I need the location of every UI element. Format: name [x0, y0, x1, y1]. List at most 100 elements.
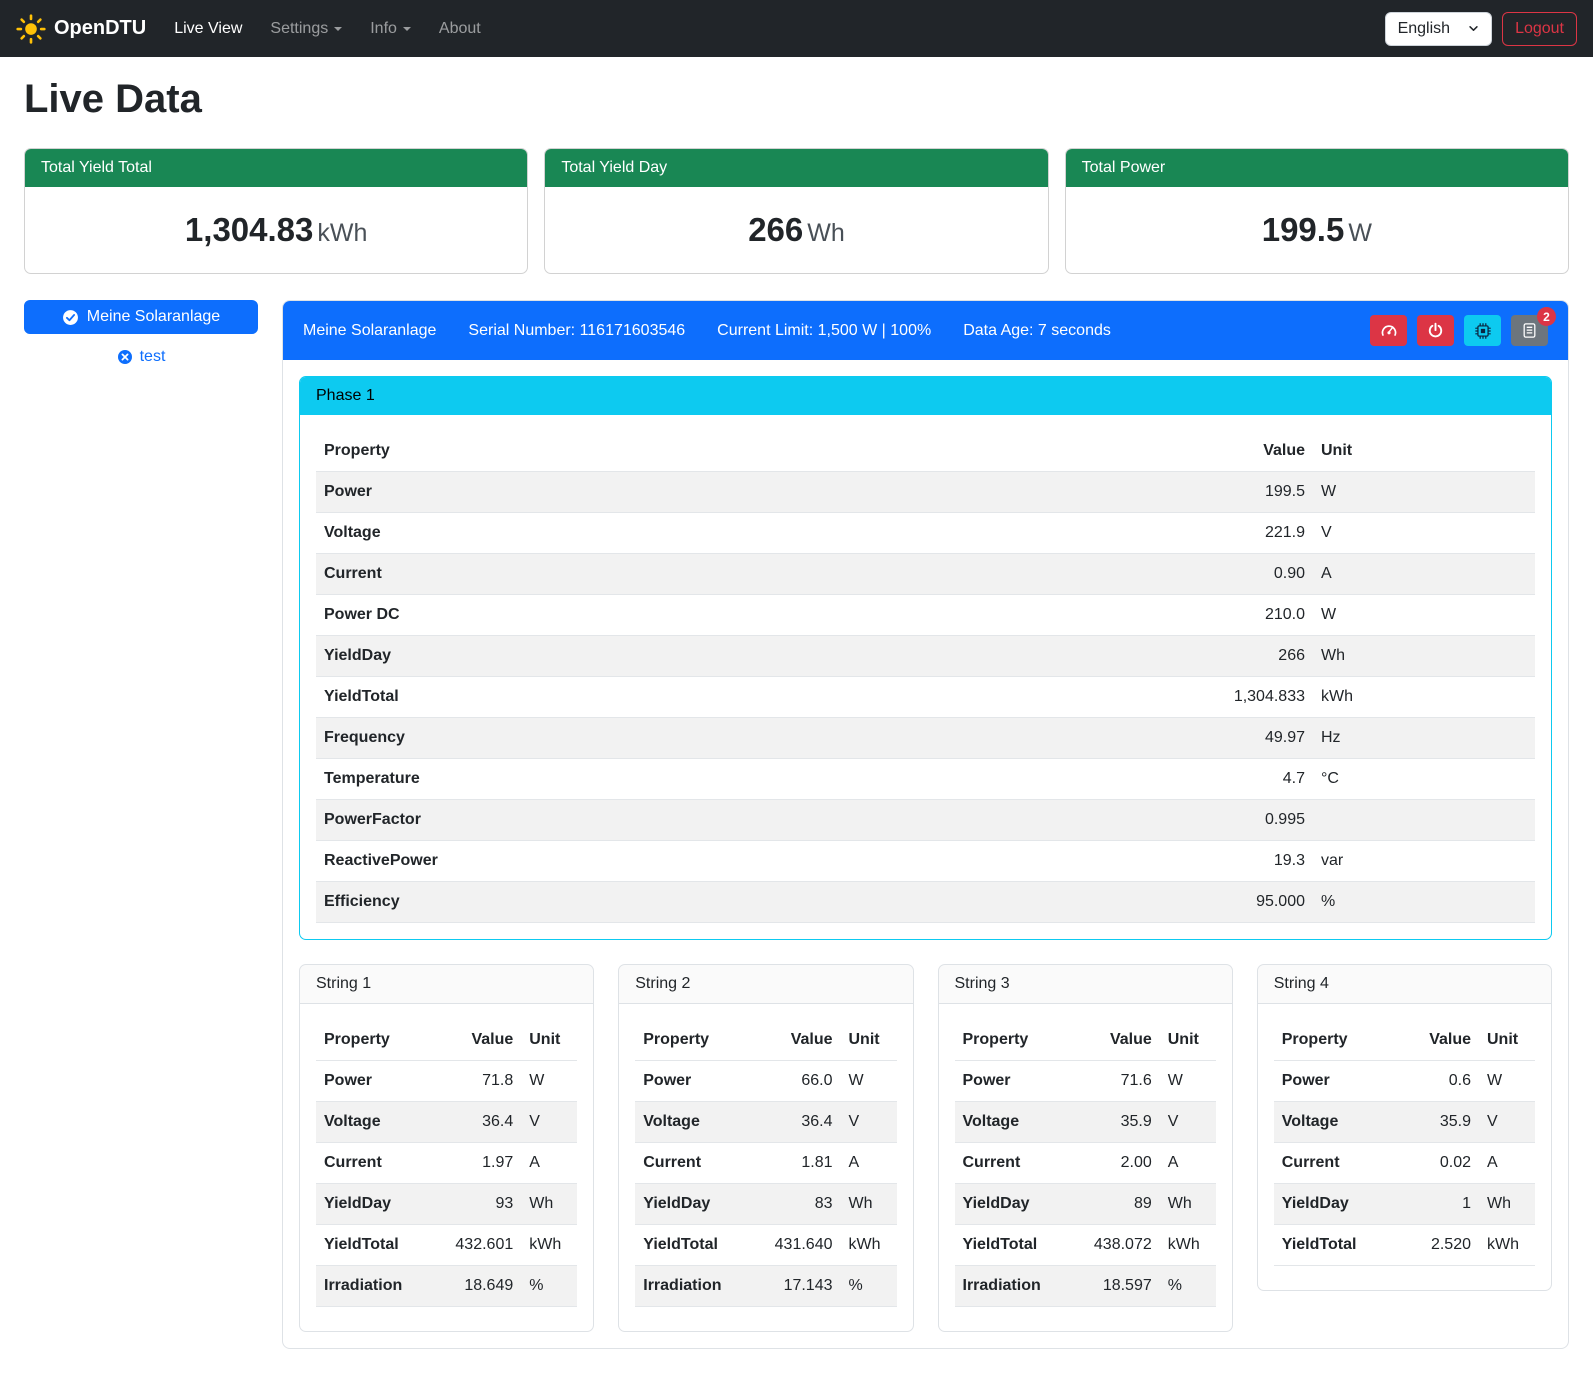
col-value: Value	[1072, 1020, 1160, 1061]
property-value: 0.6	[1391, 1061, 1479, 1102]
table-row: Voltage 35.9 V	[1274, 1102, 1535, 1143]
value: 1,304.83	[185, 211, 313, 248]
check-circle-icon	[62, 309, 79, 326]
property-unit: kWh	[521, 1225, 577, 1266]
property-unit: V	[841, 1102, 897, 1143]
logout-button[interactable]: Logout	[1502, 12, 1577, 46]
card-title: Total Yield Day	[545, 149, 1047, 187]
property-name: Power	[316, 472, 1143, 513]
total-power-card: Total Power 199.5W	[1065, 148, 1569, 274]
nav-item-live-view[interactable]: Live View	[174, 20, 242, 38]
property-value: 1,304.833	[1143, 677, 1313, 718]
inverter-info-button[interactable]	[1464, 315, 1501, 346]
inverter-select-button[interactable]: Meine Solaranlage	[24, 300, 258, 334]
property-name: Power	[955, 1061, 1072, 1102]
speedometer-icon	[1380, 322, 1398, 340]
property-value: 4.7	[1143, 759, 1313, 800]
property-unit: V	[1160, 1102, 1216, 1143]
table-row: Temperature 4.7 °C	[316, 759, 1535, 800]
property-unit: °C	[1313, 759, 1535, 800]
power-toggle-button[interactable]	[1417, 315, 1454, 346]
inverter-item-test[interactable]: test	[24, 348, 258, 366]
cpu-chip-icon	[1474, 322, 1492, 340]
table-row: YieldDay 1 Wh	[1274, 1184, 1535, 1225]
table-row: Efficiency 95.000 %	[316, 882, 1535, 923]
col-property: Property	[316, 431, 1143, 472]
table-row: Irradiation 18.597 %	[955, 1266, 1216, 1307]
inverter-data-age: Data Age: 7 seconds	[963, 322, 1111, 340]
navbar-brand[interactable]: OpenDTU	[16, 14, 146, 44]
brand-title: OpenDTU	[54, 17, 146, 40]
string-card-body: Property Value Unit Power	[619, 1004, 912, 1331]
col-unit: Unit	[1479, 1020, 1535, 1061]
inverter-actions: 2	[1370, 315, 1548, 346]
property-value: 95.000	[1143, 882, 1313, 923]
unit: Wh	[807, 219, 845, 247]
property-name: YieldDay	[1274, 1184, 1391, 1225]
property-unit: W	[841, 1061, 897, 1102]
property-value: 35.9	[1072, 1102, 1160, 1143]
property-value: 19.3	[1143, 841, 1313, 882]
property-value: 49.97	[1143, 718, 1313, 759]
nav-item-info[interactable]: Info	[370, 20, 411, 38]
string-1-table: Property Value Unit Power	[316, 1020, 577, 1307]
summary-cards-row: Total Yield Total 1,304.83kWh Total Yiel…	[24, 148, 1569, 274]
table-row: Power 199.5 W	[316, 472, 1535, 513]
string-4-card: String 4 Property Value Unit	[1257, 964, 1552, 1291]
nav-item-settings[interactable]: Settings	[270, 20, 342, 38]
nav-item-about[interactable]: About	[439, 20, 481, 38]
property-name: Voltage	[1274, 1102, 1391, 1143]
property-unit: %	[1160, 1266, 1216, 1307]
limit-settings-button[interactable]	[1370, 315, 1407, 346]
property-unit: Wh	[1313, 636, 1535, 677]
property-unit: W	[521, 1061, 577, 1102]
property-unit: Wh	[521, 1184, 577, 1225]
navbar-right: English Logout	[1385, 12, 1577, 46]
value: 266	[748, 211, 803, 248]
table-header-row: Property Value Unit	[1274, 1020, 1535, 1061]
col-property: Property	[955, 1020, 1072, 1061]
table-row: Power 71.6 W	[955, 1061, 1216, 1102]
col-unit: Unit	[841, 1020, 897, 1061]
property-name: YieldDay	[635, 1184, 752, 1225]
property-unit: A	[1160, 1143, 1216, 1184]
total-yield-total-card: Total Yield Total 1,304.83kWh	[24, 148, 528, 274]
string-card-body: Property Value Unit Power	[1258, 1004, 1551, 1290]
property-unit: A	[1479, 1143, 1535, 1184]
property-unit: V	[1479, 1102, 1535, 1143]
table-row: YieldTotal 1,304.833 kWh	[316, 677, 1535, 718]
property-name: Current	[955, 1143, 1072, 1184]
language-select[interactable]: English	[1385, 12, 1492, 46]
chevron-down-icon	[1468, 23, 1479, 34]
property-name: PowerFactor	[316, 800, 1143, 841]
table-row: Current 1.97 A	[316, 1143, 577, 1184]
property-unit: Wh	[1160, 1184, 1216, 1225]
table-header-row: Property Value Unit	[955, 1020, 1216, 1061]
property-unit: %	[1313, 882, 1535, 923]
card-value: 1,304.83kWh	[25, 187, 527, 273]
table-row: Voltage 36.4 V	[635, 1102, 896, 1143]
string-2-card: String 2 Property Value Unit	[618, 964, 913, 1332]
inverter-panel-header: Meine Solaranlage Serial Number: 1161716…	[283, 301, 1568, 360]
table-row: Power 66.0 W	[635, 1061, 896, 1102]
string-title: String 1	[300, 965, 593, 1004]
property-name: YieldTotal	[316, 1225, 433, 1266]
nav-links: Live View Settings Info About	[174, 20, 481, 38]
property-value: 432.601	[433, 1225, 521, 1266]
property-value: 66.0	[753, 1061, 841, 1102]
property-unit: V	[521, 1102, 577, 1143]
table-row: Voltage 36.4 V	[316, 1102, 577, 1143]
event-log-button[interactable]: 2	[1511, 315, 1548, 346]
property-name: Current	[1274, 1143, 1391, 1184]
property-value: 71.8	[433, 1061, 521, 1102]
value: 199.5	[1262, 211, 1345, 248]
property-value: 0.90	[1143, 554, 1313, 595]
property-unit: Hz	[1313, 718, 1535, 759]
inverter-current-limit: Current Limit: 1,500 W | 100%	[717, 322, 931, 340]
property-value: 89	[1072, 1184, 1160, 1225]
property-name: ReactivePower	[316, 841, 1143, 882]
inverter-select-label: Meine Solaranlage	[87, 308, 220, 326]
col-value: Value	[1143, 431, 1313, 472]
property-name: Efficiency	[316, 882, 1143, 923]
table-row: YieldTotal 438.072 kWh	[955, 1225, 1216, 1266]
